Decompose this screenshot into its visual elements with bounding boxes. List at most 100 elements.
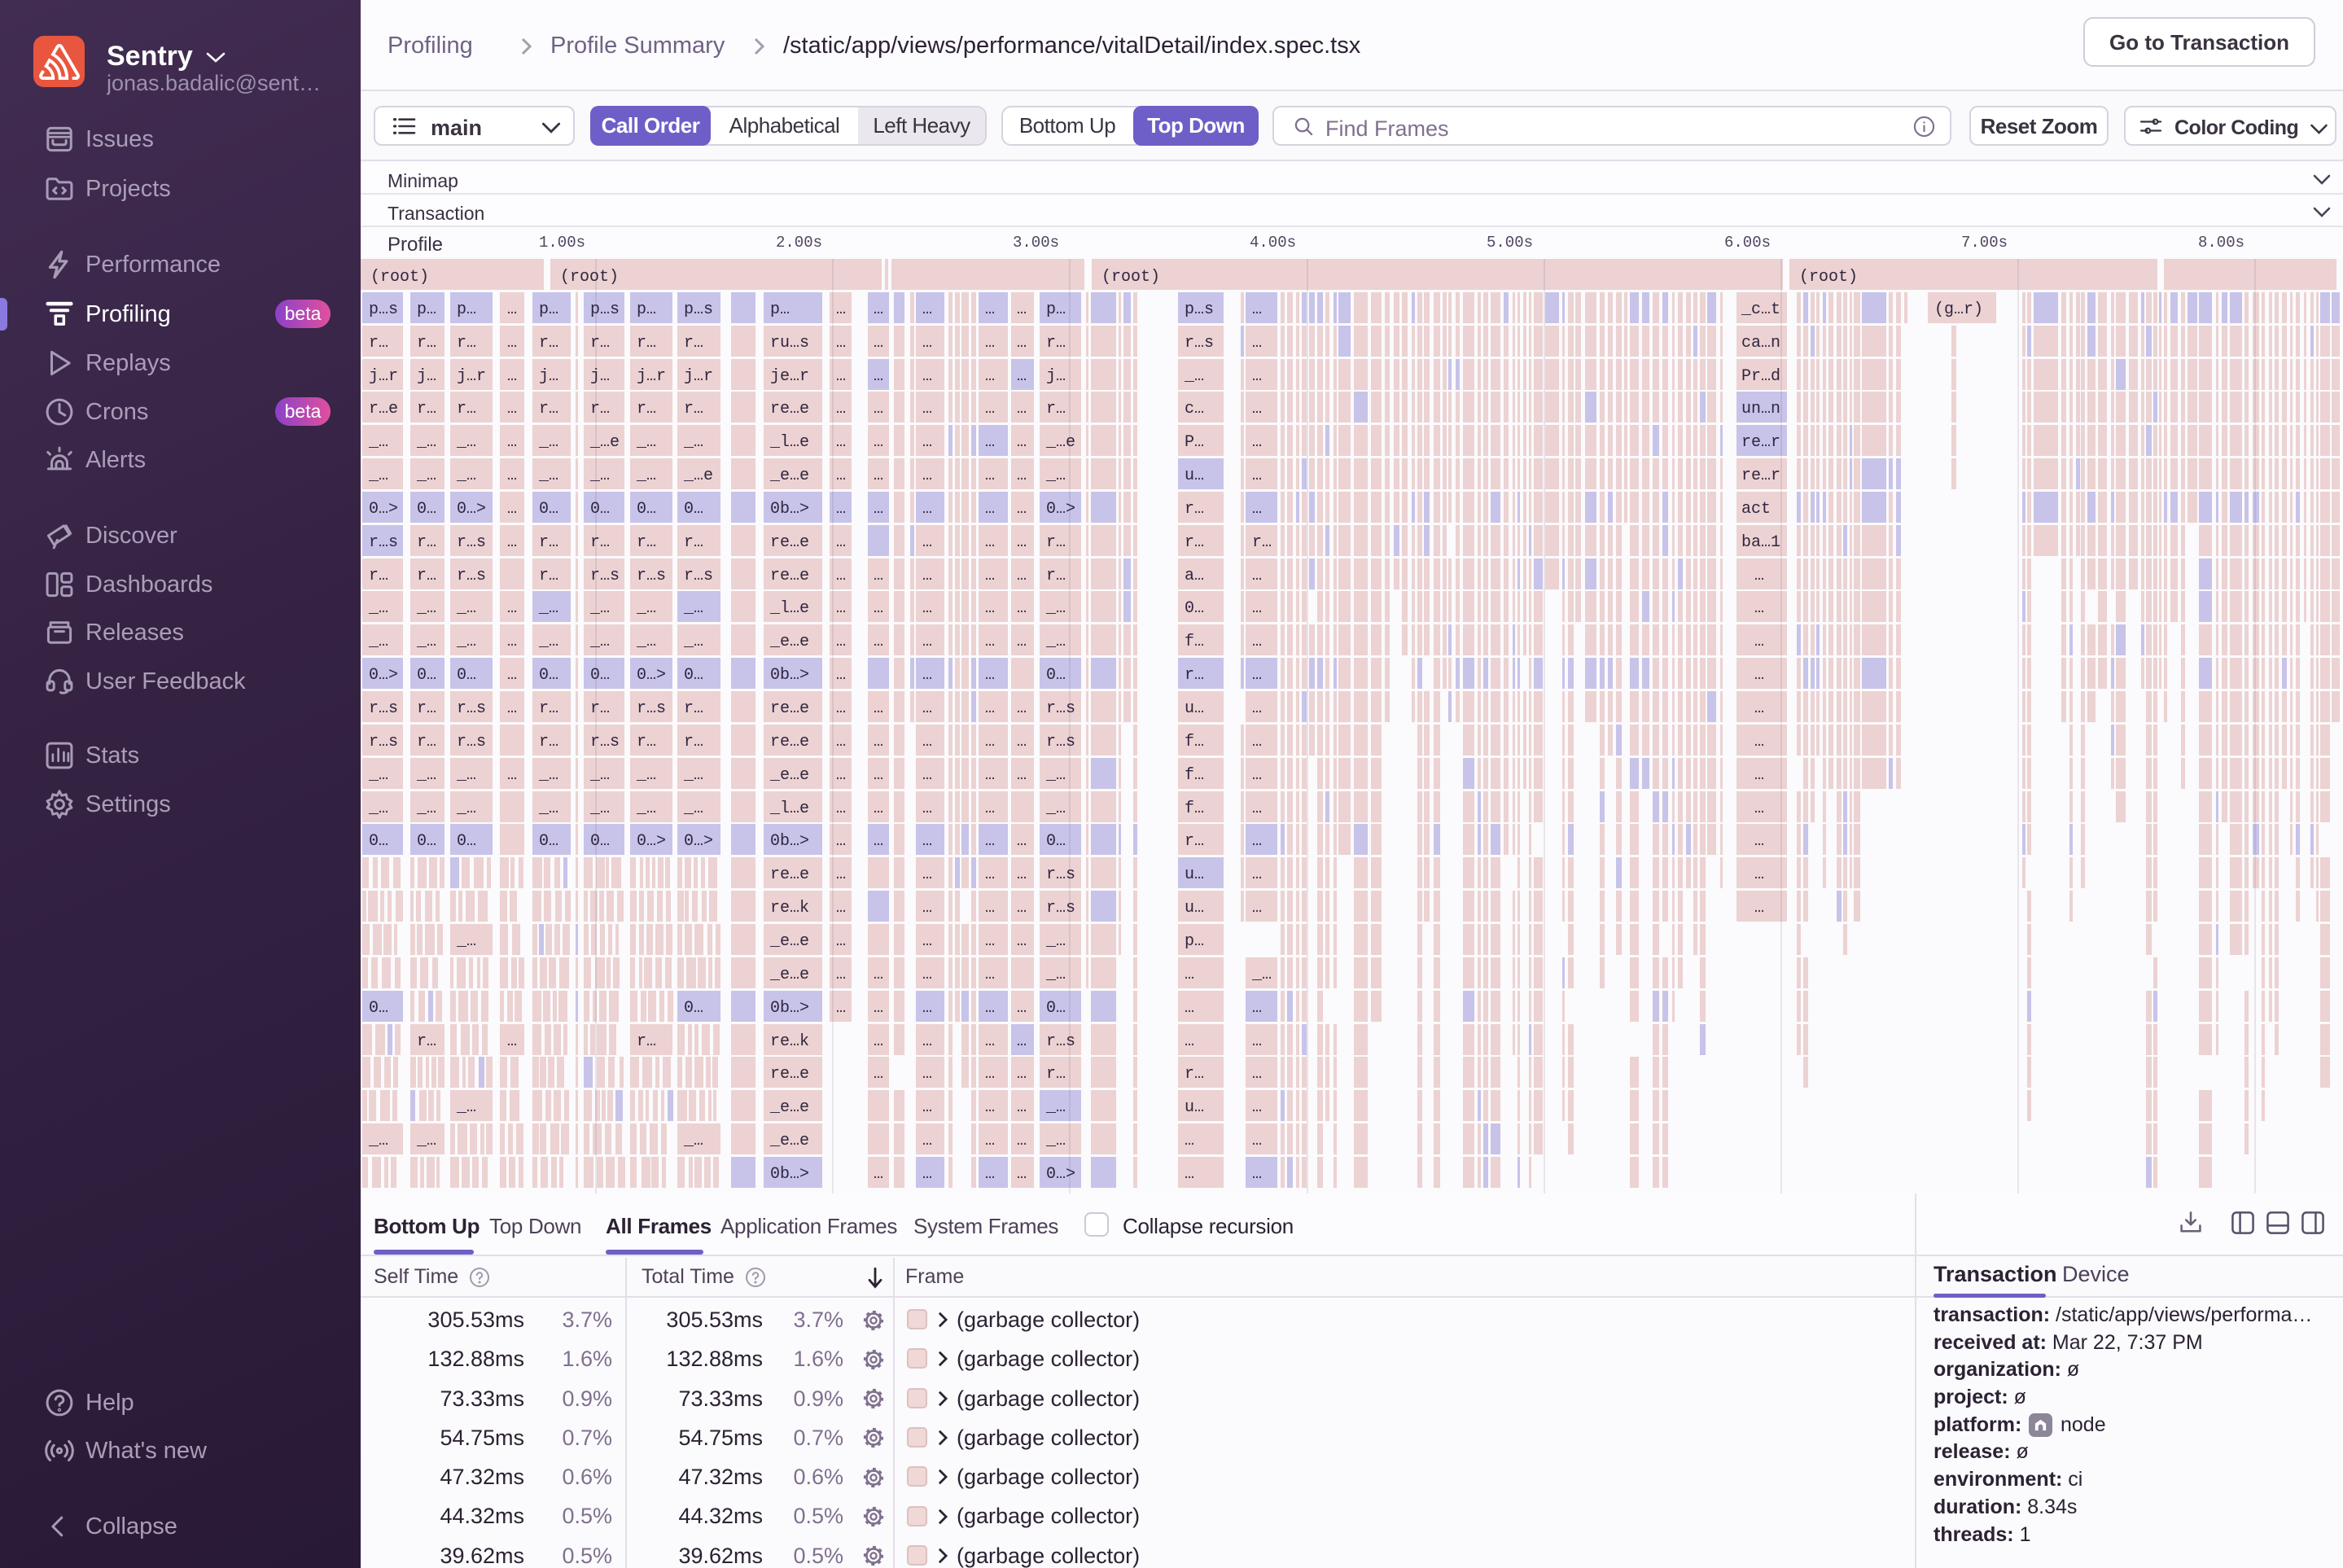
svg-text:…: … — [836, 865, 846, 884]
svg-text:_l…e: _l…e — [769, 799, 809, 818]
svg-text:r…s: r…s — [1046, 699, 1075, 718]
svg-text:…: … — [1252, 1065, 1262, 1084]
svg-text:…: … — [507, 766, 517, 785]
svg-text:_…: _… — [456, 433, 476, 452]
svg-text:_…: _… — [456, 766, 476, 785]
svg-text:ca…n: ca…n — [1741, 334, 1780, 353]
svg-text:…: … — [1017, 1165, 1027, 1184]
svg-text:…: … — [985, 1165, 995, 1184]
svg-text:_…: _… — [1045, 766, 1066, 785]
svg-text:…: … — [1252, 832, 1262, 851]
svg-text:0…: 0… — [590, 832, 610, 851]
svg-text:…: … — [1252, 500, 1262, 519]
svg-text:r…: r… — [1252, 533, 1272, 552]
svg-text:…: … — [874, 699, 883, 718]
svg-text:j…: j… — [590, 367, 610, 386]
svg-text:…: … — [507, 334, 517, 353]
svg-text:c…: c… — [1185, 400, 1204, 418]
svg-text:…: … — [507, 300, 517, 319]
svg-text:r…: r… — [417, 1032, 436, 1051]
svg-text:_…: _… — [368, 799, 388, 818]
svg-text:…: … — [1252, 666, 1262, 685]
svg-text:r…: r… — [1046, 400, 1066, 418]
svg-text:…: … — [1017, 500, 1027, 519]
svg-text:r…e: r…e — [369, 400, 398, 418]
svg-text:r…: r… — [539, 400, 558, 418]
svg-text:r…: r… — [637, 1032, 656, 1051]
svg-text:…: … — [1017, 433, 1027, 452]
svg-text:_…: _… — [368, 1132, 388, 1150]
svg-text:…: … — [1017, 766, 1027, 785]
svg-text:…: … — [1017, 300, 1027, 319]
svg-text:…: … — [836, 599, 846, 618]
svg-text:r…: r… — [684, 699, 703, 718]
svg-text:p…: p… — [1185, 932, 1204, 951]
svg-text:…: … — [1017, 400, 1027, 418]
svg-text:_…: _… — [683, 799, 703, 818]
svg-text:_…: _… — [456, 599, 476, 618]
svg-text:…: … — [1252, 1165, 1262, 1184]
svg-text:P…: P… — [1185, 433, 1204, 452]
svg-text:r…: r… — [1046, 533, 1066, 552]
svg-text:_e…e: _e…e — [769, 1098, 809, 1117]
svg-text:r…: r… — [590, 533, 610, 552]
svg-text:_…: _… — [416, 466, 436, 485]
svg-text:p…s: p…s — [369, 300, 398, 319]
svg-text:r…s: r…s — [637, 567, 666, 585]
svg-text:r…: r… — [637, 334, 656, 353]
svg-text:…: … — [836, 999, 846, 1018]
svg-text:…: … — [874, 1165, 883, 1184]
svg-text:p…: p… — [770, 300, 790, 319]
svg-text:0…>: 0…> — [1046, 1165, 1075, 1184]
svg-text:…: … — [874, 367, 883, 386]
svg-text:f…: f… — [1185, 799, 1204, 818]
svg-text:…: … — [507, 367, 517, 386]
svg-text:…: … — [1017, 865, 1027, 884]
svg-text:…: … — [836, 567, 846, 585]
svg-text:r…: r… — [637, 733, 656, 751]
svg-text:…: … — [985, 1065, 995, 1084]
svg-text:_…: _… — [1045, 1098, 1066, 1117]
svg-text:…: … — [922, 1032, 932, 1051]
svg-text:…: … — [922, 466, 932, 485]
svg-text:0…: 0… — [369, 999, 388, 1018]
svg-text:j…r: j…r — [457, 367, 486, 386]
svg-text:re…e: re…e — [770, 699, 809, 718]
svg-text:r…s: r…s — [1046, 733, 1075, 751]
svg-text:…: … — [985, 1132, 995, 1150]
svg-text:j…: j… — [1046, 367, 1066, 386]
svg-text:_e…e: _e…e — [769, 633, 809, 651]
svg-text:0…: 0… — [1185, 599, 1204, 618]
svg-text:…: … — [922, 500, 932, 519]
svg-text:_…: _… — [636, 799, 656, 818]
svg-text:…: … — [922, 300, 932, 319]
svg-text:j…: j… — [417, 367, 436, 386]
svg-text:p…: p… — [1046, 300, 1066, 319]
svg-text:…: … — [1754, 832, 1764, 851]
svg-text:…: … — [922, 1098, 932, 1117]
svg-text:…: … — [1252, 733, 1262, 751]
svg-text:0b…>: 0b…> — [770, 832, 809, 851]
svg-text:…: … — [922, 1132, 932, 1150]
svg-text:…: … — [874, 633, 883, 651]
svg-text:j…r: j…r — [637, 367, 666, 386]
svg-text:r…s: r…s — [369, 533, 398, 552]
svg-text:…: … — [836, 500, 846, 519]
svg-text:…: … — [1252, 1098, 1262, 1117]
svg-text:f…: f… — [1185, 733, 1204, 751]
svg-text:r…s: r…s — [457, 699, 486, 718]
svg-text:…: … — [985, 766, 995, 785]
svg-text:…: … — [1017, 599, 1027, 618]
svg-text:r…: r… — [1185, 832, 1204, 851]
svg-text:_…: _… — [416, 433, 436, 452]
svg-text:0…: 0… — [417, 666, 436, 685]
svg-text:…: … — [874, 999, 883, 1018]
svg-text:_…: _… — [683, 1132, 703, 1150]
svg-text:_…: _… — [636, 599, 656, 618]
svg-text:_…: _… — [416, 799, 436, 818]
svg-text:0…: 0… — [684, 500, 703, 519]
svg-text:…: … — [836, 799, 846, 818]
svg-text:_…: _… — [538, 799, 558, 818]
svg-text:…: … — [1252, 766, 1262, 785]
svg-text:r…: r… — [590, 334, 610, 353]
